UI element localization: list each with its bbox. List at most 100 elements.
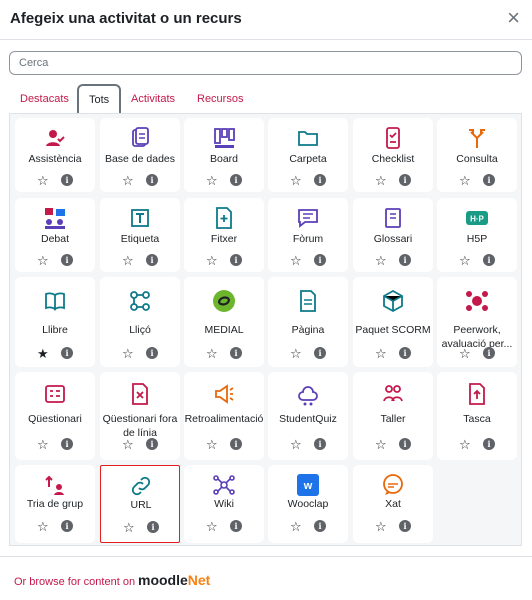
activity-tile[interactable]: Debat ☆ i: [15, 198, 95, 272]
info-icon[interactable]: i: [483, 347, 495, 359]
tab-recursos[interactable]: Recursos: [197, 93, 243, 105]
info-icon[interactable]: i: [230, 174, 242, 186]
info-icon[interactable]: i: [230, 520, 242, 532]
activity-tile[interactable]: Pàgina ☆ i: [268, 277, 348, 367]
activity-tile[interactable]: MEDIAL ☆ i: [184, 277, 264, 367]
activity-tile[interactable]: Taller ☆ i: [353, 372, 433, 460]
activity-tile[interactable]: Qüestionari ☆ i: [15, 372, 95, 460]
activity-tile[interactable]: Etiqueta ☆ i: [100, 198, 180, 272]
star-icon[interactable]: ☆: [122, 254, 134, 267]
star-icon[interactable]: ☆: [375, 438, 387, 451]
tab-activitats[interactable]: Activitats: [131, 93, 175, 105]
star-icon[interactable]: ☆: [459, 438, 471, 451]
tab-tots[interactable]: Tots: [77, 84, 122, 114]
info-icon[interactable]: i: [483, 174, 495, 186]
activity-tile[interactable]: Fitxer ☆ i: [184, 198, 264, 272]
info-icon[interactable]: i: [314, 254, 326, 266]
info-icon[interactable]: i: [147, 521, 159, 533]
activity-tile[interactable]: H·P H5P ☆ i: [437, 198, 517, 272]
activity-name: Base de dades: [104, 153, 176, 165]
activity-tile[interactable]: Carpeta ☆ i: [268, 118, 348, 192]
star-icon[interactable]: ☆: [459, 254, 471, 267]
star-icon[interactable]: ☆: [206, 254, 218, 267]
star-icon[interactable]: ☆: [206, 520, 218, 533]
activity-tile[interactable]: Glossari ☆ i: [353, 198, 433, 272]
star-icon[interactable]: ☆: [122, 438, 134, 451]
activity-tile[interactable]: StudentQuiz ☆ i: [268, 372, 348, 460]
browse-link[interactable]: Or browse for content on: [14, 576, 135, 588]
info-icon[interactable]: i: [483, 254, 495, 266]
star-icon[interactable]: ☆: [123, 521, 135, 534]
star-icon[interactable]: ☆: [290, 174, 302, 187]
tab-destacats[interactable]: Destacats: [20, 93, 69, 105]
star-icon[interactable]: ☆: [206, 174, 218, 187]
info-icon[interactable]: i: [314, 347, 326, 359]
star-icon[interactable]: ☆: [37, 438, 49, 451]
info-icon[interactable]: i: [146, 174, 158, 186]
star-icon[interactable]: ☆: [37, 520, 49, 533]
activity-tile[interactable]: w Wooclap ☆ i: [268, 465, 348, 543]
activity-tile[interactable]: Base de dades ☆ i: [100, 118, 180, 192]
info-icon[interactable]: i: [61, 520, 73, 532]
info-icon[interactable]: i: [399, 438, 411, 450]
activity-tile[interactable]: Wiki ☆ i: [184, 465, 264, 543]
activity-tile[interactable]: Lliçó ☆ i: [100, 277, 180, 367]
star-icon[interactable]: ☆: [459, 347, 471, 360]
info-icon[interactable]: i: [230, 347, 242, 359]
activity-tile[interactable]: Consulta ☆ i: [437, 118, 517, 192]
star-icon[interactable]: ☆: [37, 254, 49, 267]
close-icon[interactable]: ×: [507, 6, 520, 30]
info-icon[interactable]: i: [146, 438, 158, 450]
activity-tile[interactable]: Retroalimentació ☆ i: [184, 372, 264, 460]
info-icon[interactable]: i: [483, 438, 495, 450]
activity-tile[interactable]: Tasca ☆ i: [437, 372, 517, 460]
star-icon[interactable]: ☆: [122, 174, 134, 187]
star-icon[interactable]: ☆: [375, 520, 387, 533]
star-icon[interactable]: ☆: [290, 254, 302, 267]
activity-tile[interactable]: Fòrum ☆ i: [268, 198, 348, 272]
info-icon[interactable]: i: [61, 438, 73, 450]
info-icon[interactable]: i: [61, 347, 73, 359]
activity-tile[interactable]: Qüestionari fora de línia ☆ i: [100, 372, 180, 460]
info-icon[interactable]: i: [61, 254, 73, 266]
debate-icon: [43, 206, 67, 230]
group-choice-icon: [43, 473, 67, 497]
info-icon[interactable]: i: [61, 174, 73, 186]
info-icon[interactable]: i: [146, 254, 158, 266]
activity-tile[interactable]: Tria de grup ☆ i: [15, 465, 95, 543]
info-icon[interactable]: i: [230, 254, 242, 266]
activity-tile[interactable]: Assistència ☆ i: [15, 118, 95, 192]
search-input[interactable]: [9, 51, 522, 75]
info-icon[interactable]: i: [230, 438, 242, 450]
activity-tile[interactable]: Checklist ☆ i: [353, 118, 433, 192]
activity-tile[interactable]: Xat ☆ i: [353, 465, 433, 543]
star-filled-icon[interactable]: ★: [37, 347, 49, 360]
info-icon[interactable]: i: [314, 520, 326, 532]
star-icon[interactable]: ☆: [375, 347, 387, 360]
database-icon: [128, 126, 152, 150]
star-icon[interactable]: ☆: [122, 347, 134, 360]
activity-tile[interactable]: URL ☆ i: [100, 465, 180, 543]
info-icon[interactable]: i: [399, 254, 411, 266]
star-icon[interactable]: ☆: [375, 254, 387, 267]
info-icon[interactable]: i: [314, 438, 326, 450]
star-icon[interactable]: ☆: [37, 174, 49, 187]
star-icon[interactable]: ☆: [290, 347, 302, 360]
star-icon[interactable]: ☆: [375, 174, 387, 187]
activity-tile[interactable]: Llibre ★ i: [15, 277, 95, 367]
info-icon[interactable]: i: [399, 347, 411, 359]
star-icon[interactable]: ☆: [290, 438, 302, 451]
moodlenet-logo[interactable]: moodleNet: [138, 572, 210, 588]
info-icon[interactable]: i: [146, 347, 158, 359]
info-icon[interactable]: i: [399, 174, 411, 186]
activity-tile[interactable]: Paquet SCORM ☆ i: [353, 277, 433, 367]
info-icon[interactable]: i: [399, 520, 411, 532]
star-icon[interactable]: ☆: [290, 520, 302, 533]
star-icon[interactable]: ☆: [206, 347, 218, 360]
star-icon[interactable]: ☆: [459, 174, 471, 187]
activity-tile[interactable]: Board ☆ i: [184, 118, 264, 192]
activity-name: Retroalimentació: [184, 413, 264, 425]
info-icon[interactable]: i: [314, 174, 326, 186]
star-icon[interactable]: ☆: [206, 438, 218, 451]
activity-tile[interactable]: Peerwork, avaluació per... ☆ i: [437, 277, 517, 367]
